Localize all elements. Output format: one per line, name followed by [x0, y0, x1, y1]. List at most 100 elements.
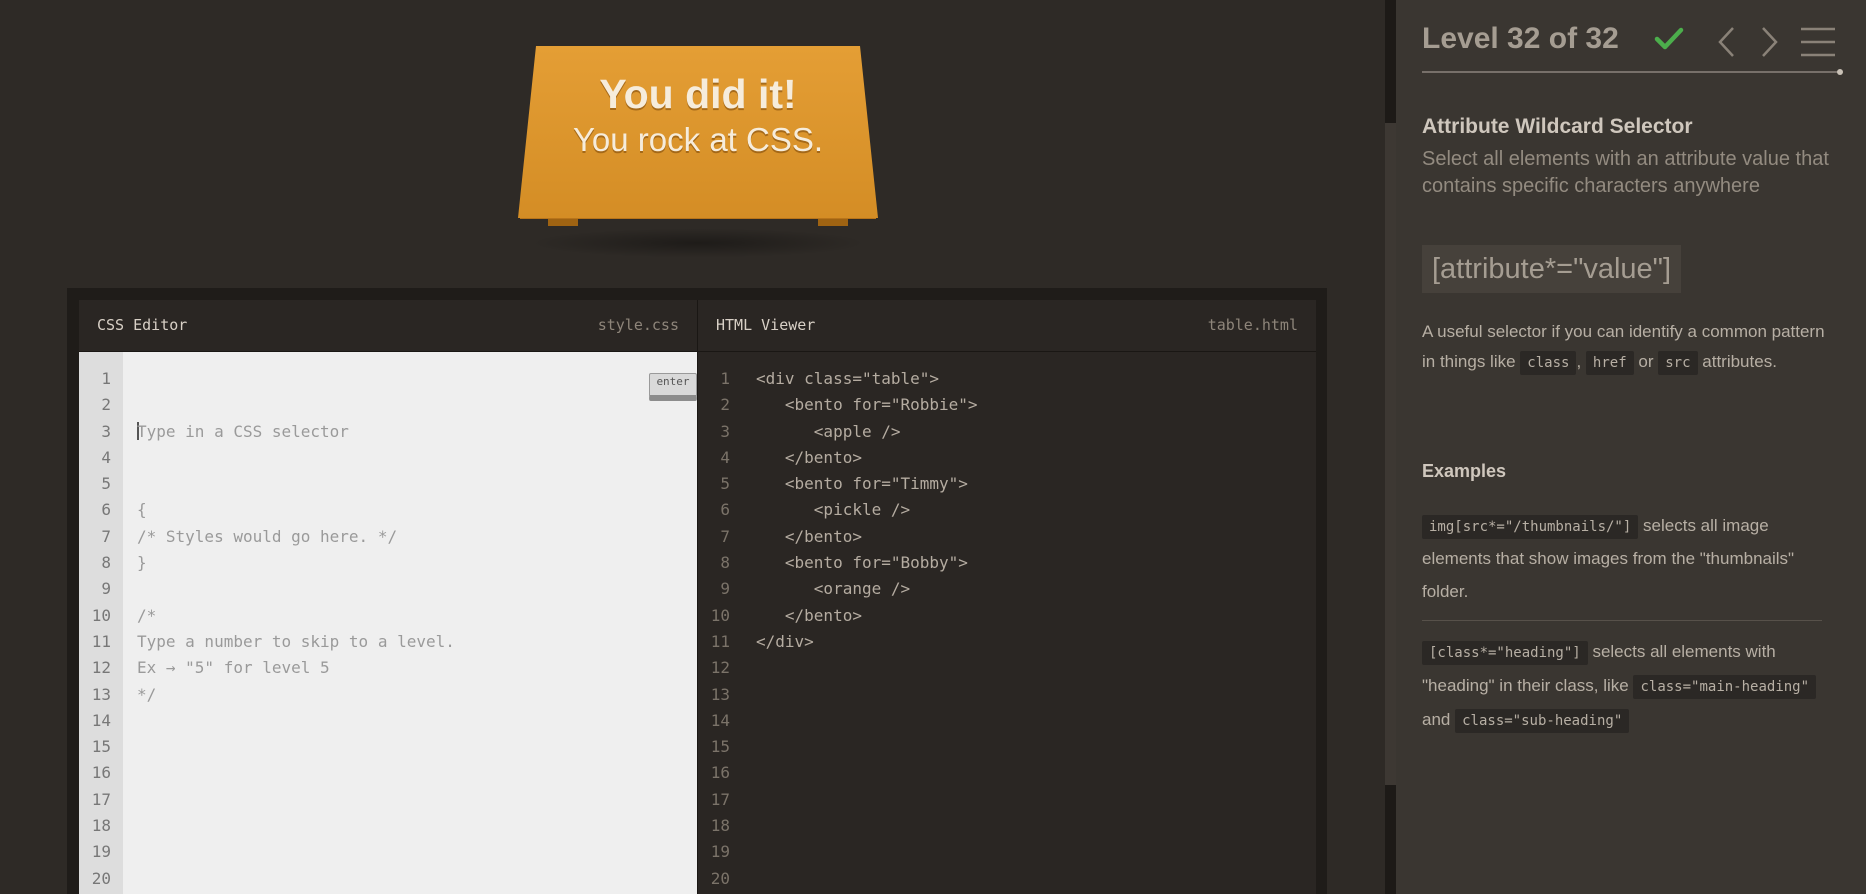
code-line: </bento> [756, 447, 862, 467]
table-shadow [528, 228, 868, 258]
html-viewer-header: HTML Viewer table.html [698, 300, 1316, 352]
css-editor-filename: style.css [597, 316, 679, 334]
chevron-left-icon[interactable] [1714, 24, 1740, 60]
line-number: 18 [91, 816, 111, 836]
lesson-description: Select all elements with an attribute va… [1422, 148, 1829, 197]
code-line: <bento for="Robbie"> [756, 395, 978, 415]
line-number: 8 [720, 553, 730, 573]
example-code: img[src*="/thumbnails/"] [1422, 515, 1639, 539]
example-code: class="main-heading" [1633, 675, 1817, 699]
line-number: 9 [720, 579, 730, 599]
game-area: You did it! You rock at CSS. CSS Editor … [0, 0, 1385, 894]
html-viewer-filename: table.html [1207, 316, 1298, 334]
line-number: 12 [91, 658, 111, 678]
css-line-numbers: 1 2 3 4 5 6 7 8 9 10 11 12 13 14 15 16 17 18 19 20 [79, 352, 123, 894]
lesson-title: Attribute Wildcard Selector [1422, 115, 1693, 138]
code-chip: href [1585, 351, 1634, 375]
usage-text: attributes. [1702, 352, 1777, 371]
check-icon [1654, 27, 1684, 50]
line-number: 13 [710, 684, 730, 704]
code-line: Ex → "5" for level 5 [137, 658, 330, 678]
html-code-view: <div class="table"> <bento for="Robbie">… [742, 352, 1316, 894]
example-code: class="sub-heading" [1455, 709, 1630, 733]
code-line: <pickle /> [756, 500, 911, 520]
css-input-placeholder: Type in a CSS selector [137, 421, 349, 441]
line-number: 9 [101, 579, 111, 599]
line-number: 19 [91, 842, 111, 862]
example-code: [class*="heading"] [1422, 641, 1588, 665]
code-line: /* Styles would go here. */ [137, 526, 398, 546]
line-number: 15 [710, 737, 730, 757]
code-chip: class [1520, 351, 1577, 375]
level-progress-knob [1837, 69, 1843, 75]
code-line: <orange /> [756, 579, 911, 599]
example-divider [1422, 620, 1822, 621]
css-code-lines: {/* Styles would go here. */} /* Type a nu… [137, 497, 697, 707]
line-number: 2 [720, 395, 730, 415]
usage-separator: or [1638, 352, 1654, 371]
css-editor-title: CSS Editor [97, 316, 188, 334]
code-line: <bento for="Timmy"> [756, 474, 968, 494]
line-number: 14 [710, 710, 730, 730]
css-input-area[interactable]: Type in a CSS selector {/* Styles would … [123, 352, 697, 894]
code-line: /* [137, 605, 157, 625]
code-line: Type a number to skip to a level. [137, 631, 455, 651]
line-number: 14 [91, 710, 111, 730]
line-number: 15 [91, 737, 111, 757]
usage-separator: , [1576, 352, 1582, 371]
selector-syntax: [attribute*="value"] [1422, 245, 1682, 293]
css-editor-header: CSS Editor style.css [79, 300, 697, 352]
line-number: 19 [710, 842, 730, 862]
chevron-right-icon[interactable] [1756, 24, 1782, 60]
example-item: [class*="heading"] selects all elements … [1422, 635, 1842, 737]
html-viewer-title: HTML Viewer [716, 316, 816, 334]
line-number: 3 [101, 421, 111, 441]
line-number: 7 [720, 526, 730, 546]
win-message: You did it! You rock at CSS. [518, 70, 878, 162]
css-editor-pane: CSS Editor style.css 1 2 3 4 5 6 7 8 9 10 11 12 13 14… [79, 300, 697, 894]
line-number: 3 [720, 421, 730, 441]
win-subtitle: You rock at CSS. [572, 121, 824, 158]
code-line: </bento> [756, 526, 862, 546]
code-line: */ [137, 684, 157, 704]
sidebar: Level 32 of 32 Attribute Wildcard Select… [1396, 0, 1866, 894]
level-progress-bar [1422, 71, 1842, 73]
line-number: 11 [710, 631, 730, 651]
line-number: 1 [720, 369, 730, 388]
css-selector-input[interactable]: Type in a CSS selector [137, 419, 697, 445]
html-line-numbers: 1 2 3 4 5 6 7 8 9 10 11 12 13 14 15 16 17 18 19 20 [698, 352, 742, 894]
code-line: } [137, 553, 147, 573]
code-editor: CSS Editor style.css 1 2 3 4 5 6 7 8 9 10 11 12 13 14… [67, 288, 1327, 894]
enter-button[interactable]: enter [649, 373, 697, 401]
line-number: 5 [720, 474, 730, 494]
line-number: 18 [710, 816, 730, 836]
level-indicator: Level 32 of 32 [1422, 22, 1619, 55]
example-text: and [1422, 710, 1451, 729]
line-number: 7 [101, 526, 111, 546]
menu-icon[interactable] [1800, 26, 1836, 58]
line-number: 20 [91, 868, 111, 888]
line-number: 5 [101, 474, 111, 494]
table-display: You did it! You rock at CSS. [518, 46, 878, 258]
line-number: 17 [91, 789, 111, 809]
line-number: 12 [710, 658, 730, 678]
code-line: <bento for="Bobby"> [756, 553, 968, 573]
line-number: 4 [101, 447, 111, 467]
line-number: 6 [101, 500, 111, 520]
code-line: <div class="table"> [756, 369, 940, 388]
line-number: 16 [91, 763, 111, 783]
line-number: 10 [710, 605, 730, 625]
line-number: 4 [720, 447, 730, 467]
code-line: <apple /> [756, 421, 901, 441]
html-viewer-pane: HTML Viewer table.html 1 2 3 4 5 6 7 8 9 10 11 12 13… [697, 300, 1316, 894]
example-item: img[src*="/thumbnails/"] selects all ima… [1422, 509, 1842, 608]
line-number: 11 [91, 631, 111, 651]
code-chip: src [1658, 351, 1698, 375]
scrollbar-thumb[interactable] [1385, 123, 1396, 785]
line-number: 16 [710, 763, 730, 783]
line-number: 10 [91, 605, 111, 625]
line-number: 2 [101, 395, 111, 415]
code-line: </div> [756, 631, 814, 651]
lesson-usage: A useful selector if you can identify a … [1422, 317, 1842, 377]
